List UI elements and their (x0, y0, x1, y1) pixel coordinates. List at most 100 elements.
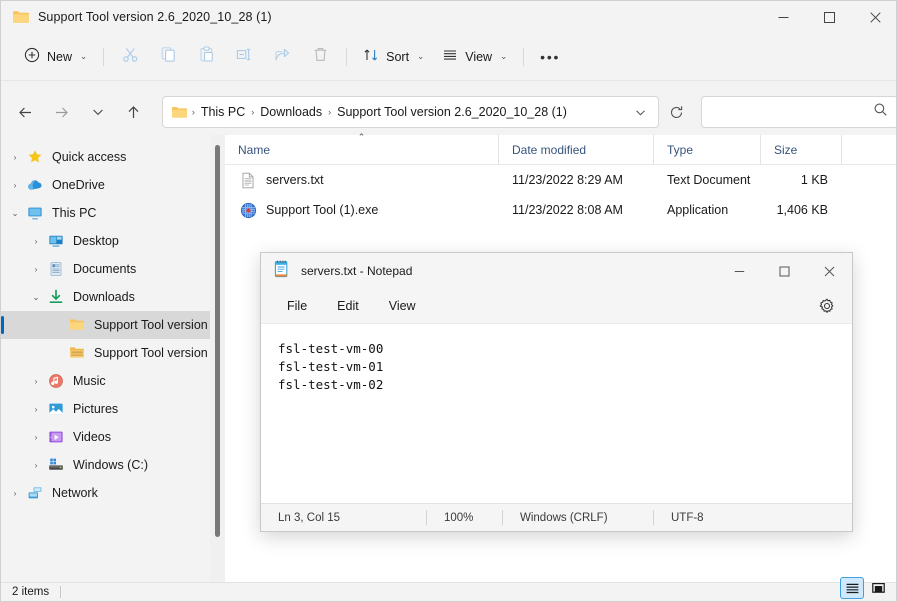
sidebar-item-desktop[interactable]: › Desktop (1, 227, 225, 255)
window-title: Support Tool version 2.6_2020_10_28 (1) (38, 10, 272, 24)
chevron-right-icon[interactable]: › (26, 264, 46, 274)
gear-icon[interactable] (814, 293, 840, 319)
search-box[interactable] (700, 96, 896, 128)
navigation-pane: › Quick access › OneDrive ⌄ This PC › Desktop › D… (1, 135, 225, 584)
plus-circle-icon (24, 47, 40, 66)
file-name-label: Support Tool (1).exe (266, 203, 379, 217)
chevron-right-icon[interactable]: › (5, 152, 25, 162)
file-rows: servers.txt 11/23/2022 8:29 AM Text Docume… (225, 165, 896, 225)
more-options-button[interactable]: ••• (531, 41, 569, 73)
close-button[interactable] (852, 1, 896, 33)
column-header-size[interactable]: Size (761, 134, 842, 165)
forward-button[interactable] (47, 96, 77, 128)
chevron-right-icon[interactable]: › (5, 180, 25, 190)
pictures-icon (46, 401, 66, 417)
chevron-right-icon[interactable]: › (26, 376, 46, 386)
paste-button[interactable] (187, 41, 225, 73)
folder-icon (171, 105, 188, 120)
sidebar-item-onedrive[interactable]: › OneDrive (1, 171, 225, 199)
sidebar-item-windows-c[interactable]: › Windows (C:) (1, 451, 225, 479)
maximize-button[interactable] (806, 1, 852, 33)
share-button[interactable] (263, 41, 301, 73)
file-name-label: servers.txt (266, 173, 324, 187)
sidebar-item-downloads[interactable]: ⌄ Downloads (1, 283, 225, 311)
menu-item-edit[interactable]: Edit (327, 294, 369, 318)
breadcrumb-item-downloads[interactable]: Downloads (255, 102, 327, 122)
chevron-right-icon[interactable]: › (26, 404, 46, 414)
encoding[interactable]: UTF-8 (654, 504, 704, 532)
sort-button[interactable]: Sort ⌄ (354, 41, 433, 73)
rename-button[interactable] (225, 41, 263, 73)
navigation-scrollbar-track[interactable] (210, 135, 225, 584)
column-header-spacer[interactable] (842, 135, 896, 165)
file-name-cell: Support Tool (1).exe (225, 202, 499, 219)
documents-icon (46, 261, 66, 277)
sidebar-item-label: Windows (C:) (73, 458, 149, 472)
cut-button[interactable] (111, 41, 149, 73)
table-row[interactable]: servers.txt 11/23/2022 8:29 AM Text Docume… (225, 165, 896, 195)
notepad-menu-bar: File Edit View (261, 289, 852, 323)
chevron-down-icon[interactable] (628, 99, 654, 125)
sidebar-item-videos[interactable]: › Videos (1, 423, 225, 451)
view-button[interactable]: View ⌄ (433, 41, 516, 73)
column-header-type[interactable]: Type (654, 134, 761, 165)
recent-locations-button[interactable] (83, 96, 113, 128)
chevron-down-icon[interactable]: ⌄ (26, 292, 46, 303)
sidebar-item-documents[interactable]: › Documents (1, 255, 225, 283)
file-date-cell: 11/23/2022 8:08 AM (512, 203, 623, 217)
application-icon (238, 202, 258, 219)
chevron-right-icon[interactable]: › (26, 236, 46, 246)
large-icons-view-icon[interactable] (866, 577, 890, 599)
sidebar-item-pictures[interactable]: › Pictures (1, 395, 225, 423)
zip-folder-icon (67, 345, 87, 361)
menu-item-view[interactable]: View (379, 294, 426, 318)
column-header-name-label: Name (238, 142, 271, 157)
zoom-level[interactable]: 100% (427, 504, 502, 532)
notepad-close-button[interactable] (807, 253, 852, 289)
copy-button[interactable] (149, 41, 187, 73)
breadcrumb-item-this-pc[interactable]: This PC (196, 102, 250, 122)
column-header-name[interactable]: ⌃ Name (225, 132, 499, 165)
chevron-right-icon[interactable]: › (26, 460, 46, 470)
notepad-window[interactable]: servers.txt - Notepad File Edit View fsl… (260, 252, 853, 532)
sidebar-item-label: Music (73, 374, 106, 388)
chevron-down-icon: ⌄ (80, 51, 88, 61)
details-view-icon[interactable] (840, 577, 864, 599)
notepad-icon (273, 260, 290, 283)
sidebar-item-label: Support Tool version 2.6_202 (94, 318, 219, 332)
line-ending[interactable]: Windows (CRLF) (503, 504, 653, 532)
back-button[interactable] (11, 96, 41, 128)
address-bar-row: › This PC › Downloads › Support Tool ver… (1, 89, 896, 135)
breadcrumb-item-current-folder[interactable]: Support Tool version 2.6_2020_10_28 (1) (332, 102, 572, 122)
navigation-scrollbar-thumb[interactable] (215, 145, 220, 537)
minimize-button[interactable] (760, 1, 806, 33)
chevron-right-icon[interactable]: › (5, 488, 25, 498)
sidebar-item-this-pc[interactable]: ⌄ This PC (1, 199, 225, 227)
chevron-right-icon[interactable]: › (26, 432, 46, 442)
up-button[interactable] (119, 96, 149, 128)
sidebar-item-network[interactable]: › Network (1, 479, 225, 507)
new-button[interactable]: New ⌄ (15, 41, 96, 73)
sidebar-item-quick-access[interactable]: › Quick access (1, 143, 225, 171)
sidebar-item-support-tool-version-2-6-202[interactable]: Support Tool version 2.6_202 (1, 311, 225, 339)
star-icon (25, 149, 45, 165)
sidebar-item-support-tool-version-2-6-202[interactable]: Support Tool version 2.6_202 (1, 339, 225, 367)
refresh-button[interactable] (663, 96, 691, 128)
sidebar-item-music[interactable]: › Music (1, 367, 225, 395)
table-row[interactable]: Support Tool (1).exe 11/23/2022 8:08 AM Ap… (225, 195, 896, 225)
notepad-text-area[interactable]: fsl-test-vm-00 fsl-test-vm-01 fsl-test-v… (261, 323, 852, 503)
search-input[interactable] (711, 105, 873, 119)
download-icon (46, 289, 66, 305)
delete-button[interactable] (301, 41, 339, 73)
address-bar[interactable]: › This PC › Downloads › Support Tool ver… (161, 96, 659, 128)
chevron-down-icon[interactable]: ⌄ (5, 208, 25, 219)
notepad-minimize-button[interactable] (717, 253, 762, 289)
column-header-date-modified[interactable]: Date modified (499, 134, 654, 165)
menu-item-file[interactable]: File (277, 294, 317, 318)
new-button-label: New (47, 49, 73, 64)
notepad-maximize-button[interactable] (762, 253, 807, 289)
chevron-down-icon: ⌄ (500, 51, 508, 61)
videos-icon (46, 429, 66, 445)
file-type-cell: Application (667, 203, 729, 217)
sidebar-item-label: Support Tool version 2.6_202 (94, 346, 219, 360)
